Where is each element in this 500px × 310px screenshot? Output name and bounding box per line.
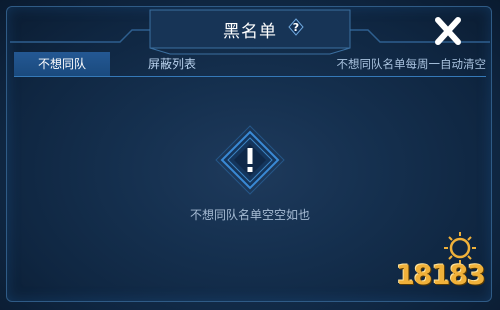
warning-icon: [214, 124, 286, 196]
help-icon[interactable]: ?: [288, 18, 304, 36]
dialog-title: 黑名单: [223, 22, 277, 42]
help-icon-shape: ?: [288, 18, 304, 36]
help-icon-glyph: ?: [293, 21, 299, 34]
close-button[interactable]: [428, 14, 468, 48]
blacklist-dialog: 黑名单 ? 不想同队 屏蔽列表 不想同队名单每周一自动清空 不想同队名单空空如也: [0, 0, 500, 310]
watermark-logo: 18183: [392, 226, 492, 306]
close-icon: [435, 17, 461, 45]
tab-bar: 不想同队 屏蔽列表 不想同队名单每周一自动清空: [14, 52, 486, 77]
watermark-text: 18183: [396, 260, 486, 291]
tab-block-list[interactable]: 屏蔽列表: [122, 52, 222, 76]
tab-no-teammate[interactable]: 不想同队: [14, 52, 110, 76]
empty-message: 不想同队名单空空如也: [189, 208, 310, 222]
tab-note: 不想同队名单每周一自动清空: [336, 57, 487, 71]
